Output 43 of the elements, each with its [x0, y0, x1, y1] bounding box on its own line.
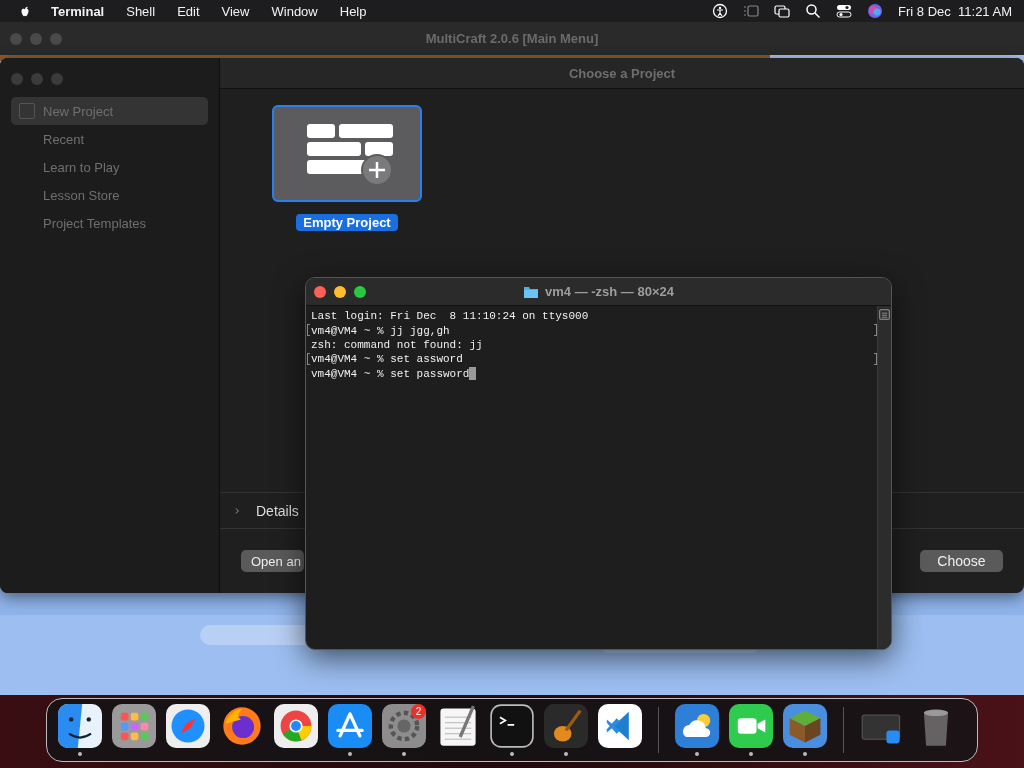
details-toggle[interactable]: Details [256, 502, 299, 519]
flame-globe-icon[interactable] [220, 704, 264, 748]
close-button[interactable] [314, 285, 326, 298]
grass-block-icon[interactable] [783, 704, 827, 748]
menu-item[interactable]: Edit [166, 3, 211, 19]
guitar-icon[interactable] [544, 704, 588, 748]
terminal-line: zsh: command not found: jj [310, 338, 483, 351]
menu-item[interactable]: Window [260, 3, 329, 19]
list-icon[interactable] [879, 309, 890, 320]
menu-item[interactable]: Shell [115, 3, 167, 19]
pencil-a-icon[interactable] [328, 704, 372, 748]
terminal-line: vm4@VM4 ~ % set assword [310, 353, 463, 366]
gear-icon[interactable] [382, 704, 426, 748]
terminal-line: vm4@VM4 ~ % jj jgg,gh [310, 324, 450, 337]
video-camera-icon[interactable] [729, 704, 773, 748]
control-center-icon[interactable] [836, 3, 853, 19]
accessibility-icon[interactable] [712, 3, 729, 19]
choose-button[interactable]: Choose [920, 550, 1003, 572]
app-grid-icon[interactable] [112, 704, 156, 748]
template-label: Empty Project [296, 214, 398, 231]
dialog-title: Choose a Project [220, 58, 1024, 89]
terminal-line: Last login: Fri Dec 8 11:10:24 on ttys000 [310, 310, 589, 323]
code-icon[interactable] [598, 704, 642, 748]
menu-item[interactable]: Help [328, 3, 378, 19]
cloud-sun-icon[interactable] [675, 704, 719, 748]
zoom-button[interactable] [354, 285, 366, 298]
app-menu[interactable]: Terminal [40, 3, 116, 19]
smiling-face-icon[interactable] [58, 704, 102, 748]
search-icon[interactable] [805, 3, 822, 19]
minimize-button[interactable] [334, 285, 346, 298]
compass-icon[interactable] [166, 704, 210, 748]
menu-bar-clock[interactable]: Fri 8 Dec 11:21 AM [898, 3, 1012, 19]
template-card[interactable] [272, 105, 422, 202]
terminal-icon[interactable] [490, 704, 534, 748]
menu-item[interactable]: View [210, 3, 261, 19]
screen-mirroring-icon[interactable] [774, 3, 791, 19]
stage-manager-icon[interactable] [743, 3, 760, 19]
ring-icon[interactable] [274, 704, 318, 748]
window-title: vm4 — -zsh — 80×24 [545, 284, 674, 299]
siri-icon[interactable] [867, 3, 884, 19]
terminal-line: vm4@VM4 ~ % set password [310, 367, 470, 380]
window-title: MultiCraft 2.0.6 [Main Menu] [424, 31, 600, 46]
open-button[interactable]: Open an [241, 550, 304, 572]
